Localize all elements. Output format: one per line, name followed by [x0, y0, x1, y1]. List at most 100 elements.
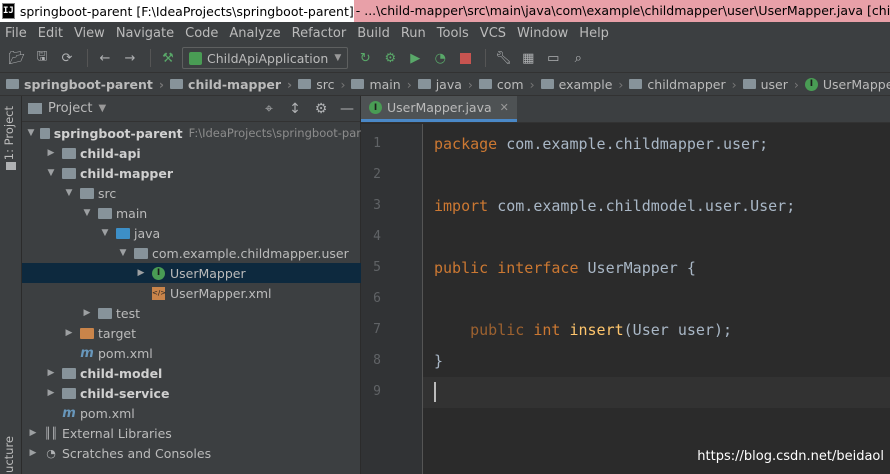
code-area[interactable]: package com.example.childmapper.user; imp…: [434, 124, 890, 474]
tree-node[interactable]: ▶ ║║ External Libraries: [22, 423, 361, 443]
breadcrumb-item[interactable]: java ›: [417, 77, 479, 92]
tree-node[interactable]: ▼ java: [22, 223, 361, 243]
run-configuration-select[interactable]: ChildApiApplication ▼: [182, 47, 349, 69]
tree-node[interactable]: ▶ target: [22, 323, 361, 343]
tree-node-label: target: [98, 325, 137, 341]
project-tool-tab[interactable]: 1: Project: [2, 106, 16, 160]
tree-node-label: External Libraries: [62, 425, 172, 441]
menu-item-file[interactable]: File: [0, 26, 33, 41]
collapse-arrow-icon[interactable]: ▶: [80, 308, 94, 318]
watermark: https://blog.csdn.net/beidaol: [697, 449, 884, 464]
menu-item-refactor[interactable]: Refactor: [287, 26, 353, 41]
menu-item-run[interactable]: Run: [396, 26, 432, 41]
toolbar-divider: [485, 49, 487, 67]
back-icon[interactable]: ←: [94, 47, 116, 69]
expand-arrow-icon[interactable]: ▼: [98, 228, 112, 238]
debug-icon[interactable]: ⚙: [379, 47, 401, 69]
menu-item-vcs[interactable]: VCS: [475, 26, 512, 41]
terminal-icon[interactable]: ▭: [542, 47, 564, 69]
code-token: public: [434, 259, 489, 277]
profile-icon[interactable]: ◔: [429, 47, 451, 69]
tree-node[interactable]: ▼ src: [22, 183, 361, 203]
expand-arrow-icon[interactable]: ▼: [62, 188, 76, 198]
breadcrumb-item[interactable]: child-mapper ›: [170, 77, 298, 92]
menu-item-help[interactable]: Help: [574, 26, 615, 41]
tree-node[interactable]: ▶ test: [22, 303, 361, 323]
tree-node[interactable]: ▶ child-model: [22, 363, 361, 383]
breadcrumb-item[interactable]: I UserMapper: [804, 77, 890, 92]
breadcrumb-item[interactable]: user ›: [742, 77, 805, 92]
menu-item-analyze[interactable]: Analyze: [224, 26, 286, 41]
collapse-arrow-icon[interactable]: ▶: [44, 388, 58, 398]
tree-node[interactable]: ▼ com.example.childmapper.user: [22, 243, 361, 263]
menu-item-build[interactable]: Build: [352, 26, 396, 41]
menu-item-code[interactable]: Code: [180, 26, 224, 41]
menu-item-edit[interactable]: Edit: [33, 26, 69, 41]
tree-node[interactable]: ▶ ◔ Scratches and Consoles: [22, 443, 361, 463]
tree-node-label: src: [98, 185, 117, 201]
coverage-icon[interactable]: ▶: [404, 47, 426, 69]
tree-node[interactable]: ▶ I UserMapper: [22, 263, 361, 283]
chevron-right-icon: ›: [287, 76, 293, 92]
menu-item-view[interactable]: View: [69, 26, 111, 41]
stop-icon[interactable]: [454, 47, 476, 69]
breadcrumb-item[interactable]: com ›: [478, 77, 541, 92]
project-view-title[interactable]: Project: [48, 101, 92, 116]
tree-node-label: java: [134, 225, 161, 241]
tab-usermapper-java[interactable]: I UserMapper.java ✕: [361, 96, 517, 122]
folder-open-icon[interactable]: 📂︎: [6, 47, 28, 69]
menu-item-window[interactable]: Window: [512, 26, 574, 41]
tree-node[interactable]: ▼ main: [22, 203, 361, 223]
expand-arrow-icon[interactable]: ▼: [80, 208, 94, 218]
build-icon[interactable]: ⚒: [157, 47, 179, 69]
expand-arrow-icon[interactable]: ▼: [116, 248, 130, 258]
collapse-arrow-icon[interactable]: ▶: [44, 368, 58, 378]
code-token: int: [533, 321, 561, 339]
collapse-all-icon[interactable]: ↕: [282, 101, 308, 117]
collapse-arrow-icon[interactable]: ▶: [26, 448, 40, 458]
tree-node[interactable]: </> UserMapper.xml: [22, 283, 361, 303]
menu-item-tools[interactable]: Tools: [432, 26, 475, 41]
hide-icon[interactable]: —: [334, 101, 360, 117]
toolbar-divider: [150, 49, 151, 67]
collapse-arrow-icon[interactable]: ▶: [26, 428, 40, 438]
expand-arrow-icon[interactable]: ▼: [44, 168, 58, 178]
tree-node[interactable]: m pom.xml: [22, 403, 361, 423]
line-number: 5: [373, 260, 381, 275]
code-token: com.example.childmapper.user;: [497, 135, 769, 153]
collapse-arrow-icon[interactable]: ▶: [134, 268, 148, 278]
gear-icon[interactable]: ⚙: [308, 101, 334, 117]
breadcrumb-item[interactable]: example ›: [540, 77, 630, 92]
structure-icon[interactable]: ▦: [517, 47, 539, 69]
chevron-down-icon[interactable]: ▼: [98, 103, 106, 114]
breadcrumb-item[interactable]: src ›: [298, 77, 351, 92]
expand-arrow-icon[interactable]: ▼: [26, 128, 36, 138]
structure-tool-tab[interactable]: ucture: [2, 436, 16, 473]
tree-node-label: pom.xml: [98, 345, 153, 361]
tree-node[interactable]: ▶ child-service: [22, 383, 361, 403]
search-icon[interactable]: ⌕: [567, 47, 589, 69]
menu-item-navigate[interactable]: Navigate: [111, 26, 180, 41]
locate-icon[interactable]: ⌖: [256, 101, 282, 117]
save-icon[interactable]: 🖫︎: [31, 47, 53, 69]
close-icon[interactable]: ✕: [500, 101, 509, 114]
line-number: 9: [373, 384, 381, 399]
tree-node[interactable]: ▼ springboot-parent F:\IdeaProjects\spring…: [22, 123, 361, 143]
tree-node-label: child-service: [80, 385, 170, 401]
line-number: 7: [373, 322, 381, 337]
tree-node[interactable]: m pom.xml: [22, 343, 361, 363]
forward-icon[interactable]: →: [119, 47, 141, 69]
tree-node-label: child-api: [80, 145, 141, 161]
project-panel-actions: ⌖ ↕ ⚙ —: [256, 96, 360, 122]
breadcrumb-item[interactable]: childmapper ›: [629, 77, 742, 92]
collapse-arrow-icon[interactable]: ▶: [62, 328, 76, 338]
sync-icon[interactable]: ⟳: [56, 47, 78, 69]
tree-node[interactable]: ▼ child-mapper: [22, 163, 361, 183]
line-number: 4: [373, 229, 381, 244]
breadcrumb-item[interactable]: main ›: [351, 77, 417, 92]
breadcrumb-item[interactable]: springboot-parent ›: [6, 77, 170, 92]
settings-icon[interactable]: 🔧︎: [492, 47, 514, 69]
collapse-arrow-icon[interactable]: ▶: [44, 148, 58, 158]
tree-node[interactable]: ▶ child-api: [22, 143, 361, 163]
rerun-icon[interactable]: ↻: [354, 47, 376, 69]
